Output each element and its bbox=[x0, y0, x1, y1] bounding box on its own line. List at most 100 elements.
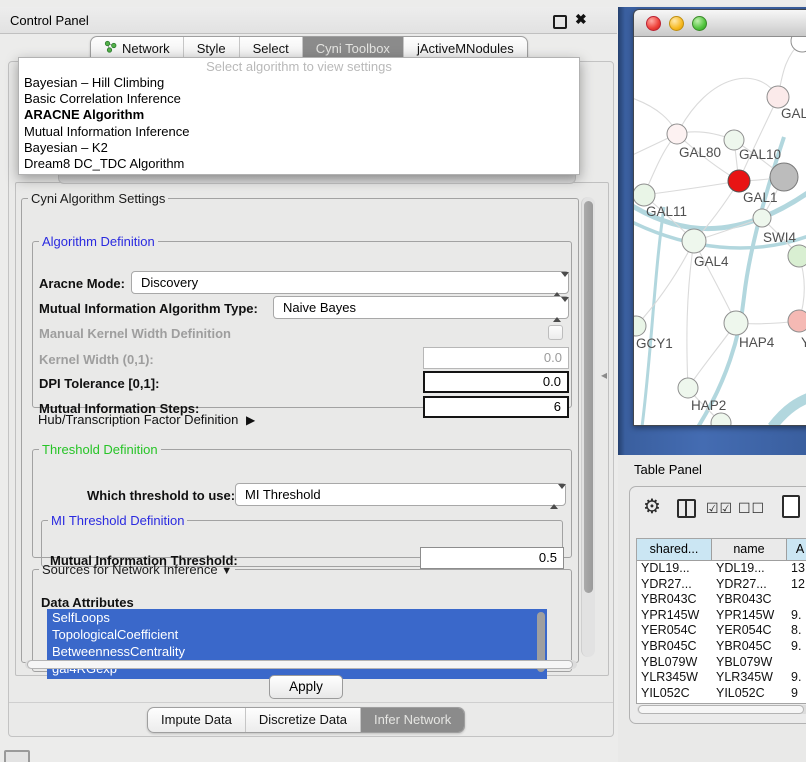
network-node-label: GAL4 bbox=[694, 254, 729, 269]
network-node[interactable] bbox=[788, 245, 806, 267]
table-panel-title: Table Panel bbox=[634, 462, 702, 477]
mi-algorithm-type-value: Naive Bayes bbox=[283, 300, 356, 315]
tab-infer-network-label: Infer Network bbox=[374, 708, 451, 732]
network-node[interactable] bbox=[753, 209, 771, 227]
network-node[interactable] bbox=[634, 184, 655, 206]
cyni-algorithm-settings-group: Cyni Algorithm Settings Algorithm Defini… bbox=[21, 191, 579, 663]
zoom-traffic-light-icon[interactable] bbox=[692, 16, 707, 31]
column-header-cut[interactable]: A bbox=[787, 539, 806, 560]
network-node[interactable] bbox=[682, 229, 706, 253]
settings-vertical-scrollbar-thumb[interactable] bbox=[584, 201, 593, 593]
aracne-mode-select[interactable]: Discovery bbox=[131, 271, 569, 294]
cell: 9. bbox=[787, 639, 806, 655]
algorithm-option-highlighted[interactable]: ARACNE Algorithm bbox=[19, 107, 579, 123]
export-table-icon[interactable] bbox=[782, 495, 800, 518]
aracne-mode-value: Discovery bbox=[141, 275, 198, 290]
kernel-width-label: Kernel Width (0,1): bbox=[39, 352, 154, 367]
column-header-name[interactable]: name bbox=[712, 539, 787, 560]
network-node[interactable] bbox=[791, 37, 806, 52]
tab-infer-network[interactable]: Infer Network bbox=[360, 708, 464, 732]
close-traffic-light-icon[interactable] bbox=[646, 16, 661, 31]
dpi-tolerance-label: DPI Tolerance [0,1]: bbox=[39, 376, 159, 391]
panel-divider-grip[interactable]: ◂ bbox=[601, 368, 607, 382]
close-icon[interactable]: ✖ bbox=[575, 11, 587, 28]
collapsed-panel-grip[interactable] bbox=[4, 750, 30, 762]
network-node[interactable] bbox=[667, 124, 687, 144]
algorithm-option[interactable]: Bayesian – Hill Climbing bbox=[19, 75, 579, 91]
table-row[interactable]: YDL19...YDL19...13 bbox=[637, 561, 806, 577]
columns-icon[interactable] bbox=[677, 499, 696, 518]
table-horizontal-scrollbar[interactable] bbox=[637, 705, 806, 714]
table-row[interactable]: YBL079WYBL079W bbox=[637, 655, 806, 671]
expander-right-arrow-icon: ▶ bbox=[246, 413, 255, 427]
select-all-checkboxes-icon[interactable]: ☑☑ bbox=[706, 500, 733, 517]
list-item[interactable]: TopologicalCoefficient bbox=[47, 626, 547, 643]
table-row[interactable]: YER054CYER054C8. bbox=[637, 623, 806, 639]
settings-vertical-scrollbar[interactable] bbox=[581, 197, 595, 657]
stepper-icon bbox=[553, 274, 564, 295]
algorithm-option[interactable]: Bayesian – K2 bbox=[19, 140, 579, 156]
hub-definition-expander[interactable]: Hub/Transcription Factor Definition ▶ bbox=[38, 412, 251, 427]
cell: YIL052C bbox=[712, 686, 787, 702]
settings-horizontal-scrollbar[interactable] bbox=[25, 660, 577, 669]
deselect-all-checkboxes-icon[interactable]: ☐☐ bbox=[738, 500, 765, 517]
cell: YBL079W bbox=[637, 655, 712, 671]
network-node[interactable] bbox=[767, 86, 789, 108]
which-threshold-select[interactable]: MI Threshold bbox=[235, 483, 566, 506]
network-node-label: GAL11 bbox=[646, 204, 687, 219]
cell: YBR043C bbox=[637, 592, 712, 608]
network-node-label: GAL80 bbox=[679, 145, 721, 160]
network-node[interactable] bbox=[711, 413, 731, 425]
table-panel: ⚙ ☑☑ ☐☐ shared... name A YDL19...YDL19..… bbox=[629, 486, 806, 724]
network-node-label: SWI4 bbox=[763, 230, 796, 245]
network-node-label: HAP2 bbox=[691, 398, 726, 413]
mi-algorithm-type-select[interactable]: Naive Bayes bbox=[273, 296, 569, 319]
cell: YBL079W bbox=[712, 655, 787, 671]
algorithm-option[interactable]: Mutual Information Inference bbox=[19, 124, 579, 140]
algorithm-definition-group: Algorithm Definition Aracne Mode: Discov… bbox=[32, 234, 572, 408]
mi-steps-field[interactable]: 6 bbox=[423, 396, 569, 418]
table-row[interactable]: YBR043CYBR043C bbox=[637, 592, 806, 608]
cell: YBR043C bbox=[712, 592, 787, 608]
dpi-tolerance-field[interactable]: 0.0 bbox=[423, 371, 569, 393]
network-node[interactable] bbox=[770, 163, 798, 191]
which-threshold-value: MI Threshold bbox=[245, 487, 321, 502]
network-canvas[interactable]: GAL GAL80 GAL10 GAL1 GAL11 SWI4 GAL4 GCY… bbox=[634, 37, 806, 425]
column-header-shared-name[interactable]: shared... bbox=[637, 539, 712, 560]
table-row[interactable]: YBR045CYBR045C9. bbox=[637, 639, 806, 655]
network-node[interactable] bbox=[634, 316, 646, 336]
float-window-icon[interactable] bbox=[553, 15, 567, 29]
gear-icon[interactable]: ⚙ bbox=[643, 494, 661, 519]
threshold-definition-title: Threshold Definition bbox=[39, 442, 161, 457]
network-node-selected[interactable] bbox=[728, 170, 750, 192]
network-window-titlebar[interactable] bbox=[634, 10, 806, 37]
sources-title[interactable]: Sources for Network Inference ▼ bbox=[39, 562, 235, 577]
expander-down-arrow-icon: ▼ bbox=[221, 565, 232, 577]
settings-horizontal-scrollbar-thumb[interactable] bbox=[27, 660, 573, 669]
table-row[interactable]: YLR345WYLR345W9. bbox=[637, 670, 806, 686]
algorithm-option[interactable]: Basic Correlation Inference bbox=[19, 91, 579, 107]
table-row[interactable]: YDR27...YDR27...12 bbox=[637, 577, 806, 593]
table-row[interactable]: YPR145WYPR145W9. bbox=[637, 608, 806, 624]
network-node-label: GAL1 bbox=[743, 190, 778, 205]
table-row[interactable]: YIL052CYIL052C9 bbox=[637, 686, 806, 702]
list-item[interactable]: BetweennessCentrality bbox=[47, 643, 547, 660]
network-graph: GAL GAL80 GAL10 GAL1 GAL11 SWI4 GAL4 GCY… bbox=[634, 37, 806, 425]
network-node[interactable] bbox=[678, 378, 698, 398]
cell: 13 bbox=[787, 561, 806, 577]
cell: 9 bbox=[787, 686, 806, 702]
network-node[interactable] bbox=[788, 310, 806, 332]
minimize-traffic-light-icon[interactable] bbox=[669, 16, 684, 31]
divider bbox=[9, 702, 613, 703]
network-node[interactable] bbox=[724, 311, 748, 335]
list-item[interactable]: SelfLoops bbox=[47, 609, 547, 626]
tab-impute-data[interactable]: Impute Data bbox=[148, 708, 245, 732]
kernel-width-field[interactable]: 0.0 bbox=[423, 347, 569, 369]
algorithm-option[interactable]: Dream8 DC_TDC Algorithm bbox=[19, 156, 579, 172]
apply-button[interactable]: Apply bbox=[269, 675, 343, 699]
table-horizontal-scrollbar-thumb[interactable] bbox=[638, 705, 804, 714]
tab-discretize-data[interactable]: Discretize Data bbox=[245, 708, 360, 732]
manual-kernel-width-label: Manual Kernel Width Definition bbox=[39, 326, 231, 341]
manual-kernel-width-checkbox[interactable] bbox=[548, 325, 563, 340]
which-threshold-label: Which threshold to use: bbox=[87, 488, 235, 503]
